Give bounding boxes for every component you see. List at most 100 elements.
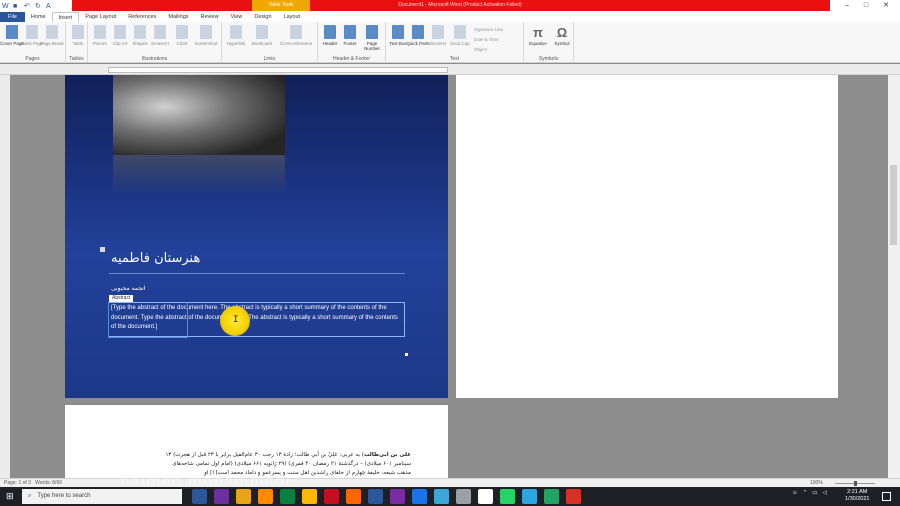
taskbar-app-icon[interactable] [324, 489, 339, 504]
taskbar-app-icon[interactable] [236, 489, 251, 504]
equation-button[interactable]: π Equation [526, 25, 550, 46]
footer-button[interactable]: Footer [338, 25, 362, 46]
bookmark-icon [256, 25, 268, 39]
page-number-button[interactable]: Page Number [360, 25, 384, 51]
taskbar-app-icon[interactable] [412, 489, 427, 504]
body-line-2: سپتامبر ۶۰۱ میلادی) – درگذشتهٔ ۲۱ رمضان … [172, 461, 411, 467]
text-side-commands: Signature Line Date & Time Object [474, 25, 503, 55]
signature-line-button[interactable]: Signature Line [474, 25, 503, 35]
tab-insert[interactable]: Insert [51, 12, 80, 22]
redo-icon[interactable]: ↻ [35, 3, 42, 10]
cross-reference-button[interactable]: Cross-reference [276, 25, 316, 46]
date-time-button[interactable]: Date & Time [474, 35, 503, 45]
abstract-selection-outline [108, 302, 188, 338]
taskbar-app-icon[interactable] [192, 489, 207, 504]
taskbar-app-icon[interactable] [258, 489, 273, 504]
taskbar-app-icon[interactable] [302, 489, 317, 504]
taskbar-app-icon[interactable] [368, 489, 383, 504]
table-button[interactable]: Table [66, 25, 90, 46]
zoom-slider-knob[interactable] [854, 481, 857, 486]
word-app-icon: W [2, 2, 9, 10]
taskbar-app-icon[interactable] [500, 489, 515, 504]
taskbar-search[interactable]: ⌕ Type here to search [22, 489, 182, 504]
tab-references[interactable]: References [122, 12, 162, 22]
page-3[interactable]: علی بن ابی‌طالب) به عربی: عَلِيّ بن أبي … [65, 405, 448, 478]
page-count[interactable]: Page: 1 of 3 [4, 480, 31, 486]
drop-cap-button[interactable]: Drop Cap [448, 25, 472, 46]
chart-button[interactable]: Chart [170, 25, 194, 46]
wordart-icon [432, 25, 444, 39]
font-color-icon[interactable]: A [46, 3, 53, 10]
taskbar-app-icon[interactable] [566, 489, 581, 504]
cover-title[interactable]: هنرستان فاطمیه [111, 251, 351, 266]
page-2[interactable] [456, 75, 838, 398]
smartart-icon [154, 25, 166, 39]
taskbar-app-icon[interactable] [522, 489, 537, 504]
hyperlink-button[interactable]: Hyperlink [224, 25, 248, 46]
tab-page-layout[interactable]: Page Layout [79, 12, 122, 22]
footer-icon [344, 25, 356, 39]
cover-image[interactable] [113, 75, 285, 155]
window-controls: – □ ✕ [845, 0, 889, 11]
taskbar-app-icon[interactable] [456, 489, 471, 504]
word-count[interactable]: Words: 8/66 [35, 480, 62, 486]
tab-mailings[interactable]: Mailings [162, 12, 194, 22]
quick-access-toolbar: W ■ ↶ ↻ A [2, 1, 53, 11]
tab-layout[interactable]: Layout [278, 12, 307, 22]
volume-icon[interactable]: ◁ [822, 490, 826, 496]
cover-author[interactable]: انجمه محبوبی [111, 285, 145, 292]
resize-handle[interactable] [405, 353, 408, 356]
tab-view[interactable]: View [225, 12, 249, 22]
clip-art-icon [114, 25, 126, 39]
omega-icon: Ω [556, 25, 568, 40]
clock-date: 1/30/2021 [845, 496, 870, 502]
taskbar-app-icon[interactable] [346, 489, 361, 504]
taskbar-app-icon[interactable] [478, 489, 493, 504]
tab-file[interactable]: File [0, 12, 25, 22]
save-icon[interactable]: ■ [13, 3, 20, 10]
taskbar-app-icon[interactable] [544, 489, 559, 504]
clock[interactable]: 2:21 AM 1/30/2021 [845, 489, 869, 503]
symbol-button[interactable]: Ω Symbol [550, 25, 574, 46]
windows-start-icon[interactable]: ⊞ [6, 492, 15, 501]
screenshot-button[interactable]: Screenshot [192, 25, 220, 46]
zoom-level[interactable]: 100% [810, 479, 823, 487]
cross-reference-icon [290, 25, 302, 39]
page-break-button[interactable]: Page Break [40, 25, 64, 46]
horizontal-ruler[interactable] [0, 64, 900, 75]
quick-parts-icon [412, 25, 424, 39]
taskbar-app-icon[interactable] [214, 489, 229, 504]
network-icon[interactable]: ▭ [812, 490, 817, 496]
cover-page[interactable]: هنرستان فاطمیه انجمه محبوبی Abstract [Ty… [65, 75, 448, 398]
tab-home[interactable]: Home [25, 12, 52, 22]
ruler-bar [108, 67, 448, 73]
tab-design[interactable]: Design [248, 12, 277, 22]
minimize-button[interactable]: – [845, 0, 849, 11]
smartart-button[interactable]: SmartArt [148, 25, 172, 46]
object-button[interactable]: Object [474, 45, 503, 55]
wordart-button[interactable]: WordArt [426, 25, 450, 46]
scrollbar-thumb[interactable] [890, 165, 897, 245]
vertical-ruler[interactable] [0, 75, 10, 478]
taskbar-app-icon[interactable] [434, 489, 449, 504]
close-button[interactable]: ✕ [883, 0, 889, 11]
status-left: Page: 1 of 3 Words: 8/66 [4, 479, 62, 487]
picture-icon [94, 25, 106, 39]
people-icon[interactable]: ☺ [792, 490, 798, 496]
ribbon: Cover Page Blank Page Page Break Pages T… [0, 22, 900, 63]
notification-icon[interactable] [882, 492, 891, 501]
chevron-up-icon[interactable]: ⌃ [803, 490, 808, 496]
tab-review[interactable]: Review [195, 12, 225, 22]
group-label-symbols: Symbols [538, 56, 559, 62]
taskbar-app-icon[interactable] [390, 489, 405, 504]
group-links: Hyperlink Bookmark Cross-reference Links [222, 22, 318, 63]
anchor-handle[interactable] [100, 247, 105, 252]
vertical-scrollbar[interactable] [888, 75, 900, 478]
group-illustrations: Picture Clip Art Shapes SmartArt Chart S… [88, 22, 222, 63]
group-text: Text Box Quick Parts WordArt Drop Cap Si… [386, 22, 524, 63]
taskbar-app-icon[interactable] [280, 489, 295, 504]
bookmark-button[interactable]: Bookmark [250, 25, 274, 46]
document-canvas[interactable]: هنرستان فاطمیه انجمه محبوبی Abstract [Ty… [10, 75, 888, 478]
maximize-button[interactable]: □ [864, 0, 868, 11]
undo-icon[interactable]: ↶ [24, 3, 31, 10]
